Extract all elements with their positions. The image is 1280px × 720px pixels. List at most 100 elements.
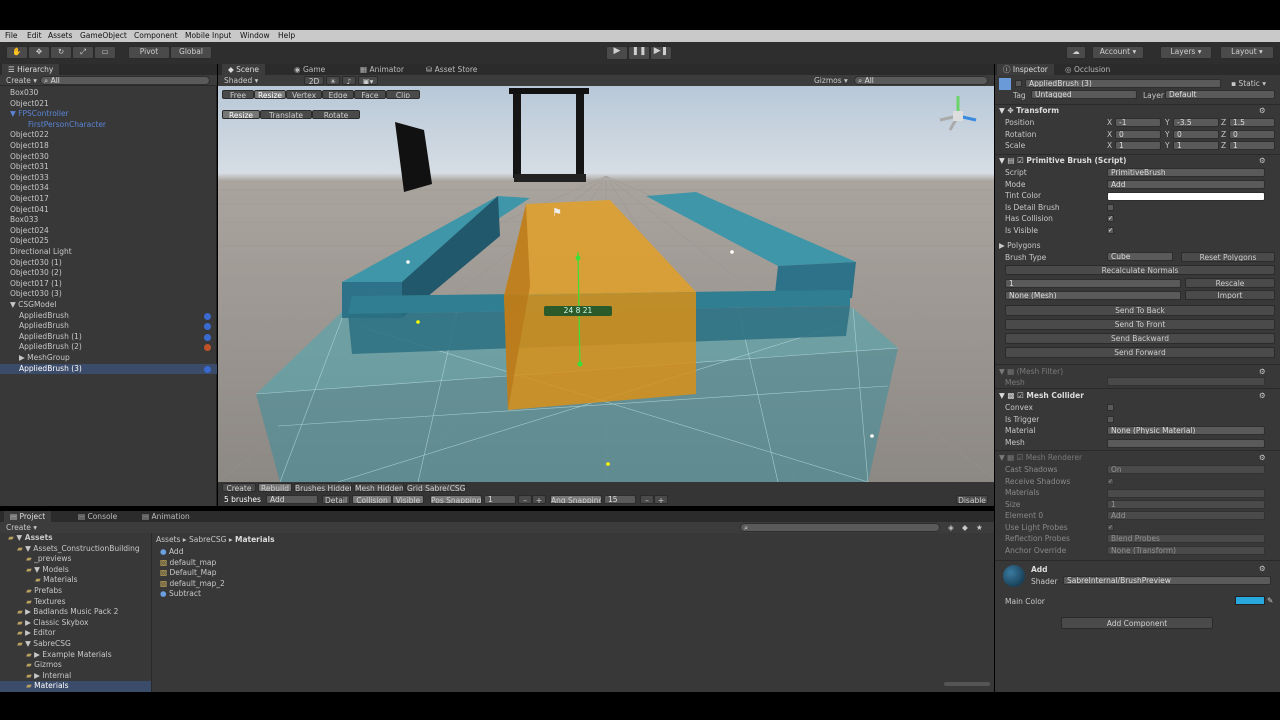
mode-clip[interactable]: Clip (386, 90, 420, 99)
property-value-field[interactable]: None (Transform) (1107, 545, 1265, 555)
hierarchy-item[interactable]: Object041 (0, 205, 217, 216)
color-picker-icon[interactable]: ✎ (1267, 596, 1273, 605)
hierarchy-item[interactable]: FirstPersonCharacter (0, 120, 217, 131)
mode-resize[interactable]: Resize (254, 90, 286, 99)
property-value-field[interactable]: 1 (1107, 499, 1265, 509)
project-search-input[interactable]: ⌕ (740, 523, 940, 532)
static-checkbox[interactable]: ▪ Static ▾ (1231, 79, 1266, 88)
hierarchy-item[interactable]: Object017 (0, 194, 217, 205)
mode-free[interactable]: Free (222, 90, 254, 99)
property-checkbox[interactable]: ✓ (1107, 226, 1114, 234)
tab-project[interactable]: ▤ Project (4, 511, 52, 522)
menu-component[interactable]: Component (134, 31, 178, 40)
brush-type-dropdown[interactable]: Cube (1107, 252, 1173, 261)
submode-resize[interactable]: Resize (222, 110, 260, 119)
property-value-field[interactable]: PrimitiveBrush (1107, 168, 1265, 177)
mesh-renderer-header[interactable]: ▼ ▦ ☑ Mesh Renderer (999, 453, 1082, 462)
project-folder[interactable]: ▰ ▶ Example Materials (0, 650, 151, 661)
project-folder[interactable]: ▰ Textures (0, 597, 151, 608)
project-folder[interactable]: ▰ _previews (0, 554, 151, 565)
hierarchy-item[interactable]: Object017 (1) (0, 279, 217, 290)
transform-z-field[interactable]: 1.5 (1229, 118, 1275, 127)
scene-viewport[interactable]: ⚑ Free Resize Vertex Edge Face Clip Resi… (218, 86, 994, 482)
asset-item[interactable]: ● Add (160, 547, 183, 556)
order-button[interactable]: Send To Front (1005, 319, 1275, 330)
tab-asset-store[interactable]: ⛁ Asset Store (420, 64, 483, 75)
project-folder[interactable]: ▰ ▼ SabreCSG (0, 639, 151, 650)
tab-animation[interactable]: ▤ Animation (136, 511, 196, 522)
hierarchy-search-input[interactable]: ⌕ All (40, 76, 210, 85)
rotate-tool-button[interactable]: ↻ (50, 46, 72, 59)
project-create-button[interactable]: Create ▾ (6, 523, 37, 532)
scale-tool-button[interactable]: ⤢ (72, 46, 94, 59)
favorite-icon[interactable]: ★ (976, 523, 983, 532)
property-checkbox[interactable]: ✓ (1107, 477, 1114, 485)
menu-edit[interactable]: Edit (27, 31, 42, 40)
hierarchy-item[interactable]: Object034 (0, 183, 217, 194)
project-folder[interactable]: ▰ ▼ Assets_ConstructionBuilding (0, 544, 151, 555)
polygons-foldout[interactable]: ▶ Polygons (999, 241, 1041, 250)
layer-dropdown[interactable]: Default (1165, 90, 1275, 99)
transform-y-field[interactable]: 1 (1173, 141, 1219, 150)
hierarchy-item[interactable]: Object030 (3) (0, 289, 217, 300)
breadcrumb-sabrecsg[interactable]: SabreCSG (189, 535, 226, 544)
cloud-button[interactable]: ☁ (1066, 46, 1086, 59)
hierarchy-item[interactable]: Directional Light (0, 247, 217, 258)
tab-occlusion[interactable]: ◎ Occlusion (1059, 64, 1116, 75)
transform-x-field[interactable]: 1 (1115, 141, 1161, 150)
mode-edge[interactable]: Edge (322, 90, 354, 99)
orientation-gizmo[interactable] (936, 94, 980, 138)
mode-vertex[interactable]: Vertex (286, 90, 322, 99)
hierarchy-item[interactable]: AppliedBrush (2) (0, 342, 217, 353)
project-folder[interactable]: ▰ Prefabs (0, 586, 151, 597)
rebuild-button[interactable]: Rebuild (258, 483, 292, 492)
hierarchy-item[interactable]: Object031 (0, 162, 217, 173)
transform-header[interactable]: ▼ ✥ Transform (999, 106, 1059, 115)
brushes-hidden-toggle[interactable]: Brushes Hidden (294, 483, 352, 492)
menu-mobile-input[interactable]: Mobile Input (185, 31, 231, 40)
object-active-checkbox[interactable] (1015, 80, 1022, 87)
hierarchy-item[interactable]: Object030 (2) (0, 268, 217, 279)
property-checkbox[interactable] (1107, 489, 1265, 498)
project-folder[interactable]: ▰ Materials (0, 681, 151, 692)
disable-button[interactable]: Disable (956, 495, 988, 504)
layout-dropdown[interactable]: Layout ▾ (1220, 46, 1274, 59)
rescale-value-input[interactable]: 1 (1005, 279, 1181, 288)
project-folder[interactable]: ▰ ▼ Assets (0, 533, 151, 544)
menu-help[interactable]: Help (278, 31, 295, 40)
property-value-field[interactable]: Add (1107, 511, 1265, 520)
add-component-button[interactable]: Add Component (1061, 617, 1213, 629)
create-brush-button[interactable]: Create (222, 483, 256, 492)
project-folder[interactable]: ▰ ▶ Classic Skybox (0, 618, 151, 629)
project-folder[interactable]: ▰ ▶ Editor (0, 628, 151, 639)
transform-x-field[interactable]: -1 (1115, 118, 1161, 127)
order-button[interactable]: Send Forward (1005, 347, 1275, 358)
audio-toggle[interactable]: ♪ (342, 76, 356, 85)
asset-item[interactable]: ▧ default_map_2 (160, 579, 225, 588)
asset-item[interactable]: ● Subtract (160, 589, 201, 598)
hierarchy-item[interactable]: ▼ CSGModel (0, 300, 217, 311)
hierarchy-item[interactable]: Object033 (0, 173, 217, 184)
shading-dropdown[interactable]: Shaded ▾ (224, 76, 258, 85)
move-tool-button[interactable]: ✥ (28, 46, 50, 59)
pos-snap-decrease[interactable]: – (518, 495, 532, 504)
tint-color-swatch[interactable] (1107, 192, 1265, 201)
hierarchy-create-button[interactable]: Create ▾ (6, 76, 37, 85)
pos-snapping-value[interactable]: 1 (484, 495, 516, 504)
pos-snapping-toggle[interactable]: Pos Snapping (430, 495, 482, 504)
property-value-field[interactable]: None (Physic Material) (1107, 426, 1265, 435)
mesh-filter-header[interactable]: ▼ ▦ (Mesh Filter) (999, 367, 1063, 376)
collision-toggle[interactable]: Collision (352, 495, 392, 504)
hierarchy-item[interactable]: Object021 (0, 99, 217, 110)
shader-dropdown[interactable]: SabreInternal/BrushPreview (1063, 576, 1271, 585)
menu-assets[interactable]: Assets (48, 31, 72, 40)
effects-toggle[interactable]: ▣▾ (358, 76, 378, 85)
gizmos-dropdown[interactable]: Gizmos ▾ (814, 76, 848, 85)
transform-x-field[interactable]: 0 (1115, 129, 1161, 139)
project-folder[interactable]: ▰ ▶ Badlands Music Pack 2 (0, 607, 151, 618)
property-checkbox[interactable]: ✓ (1107, 215, 1114, 222)
step-button[interactable]: ▶❚ (650, 46, 672, 60)
hierarchy-item[interactable]: Object024 (0, 226, 217, 237)
mesh-collider-settings-icon[interactable]: ⚙ (1259, 391, 1266, 400)
lighting-toggle[interactable]: ☀ (326, 76, 340, 85)
